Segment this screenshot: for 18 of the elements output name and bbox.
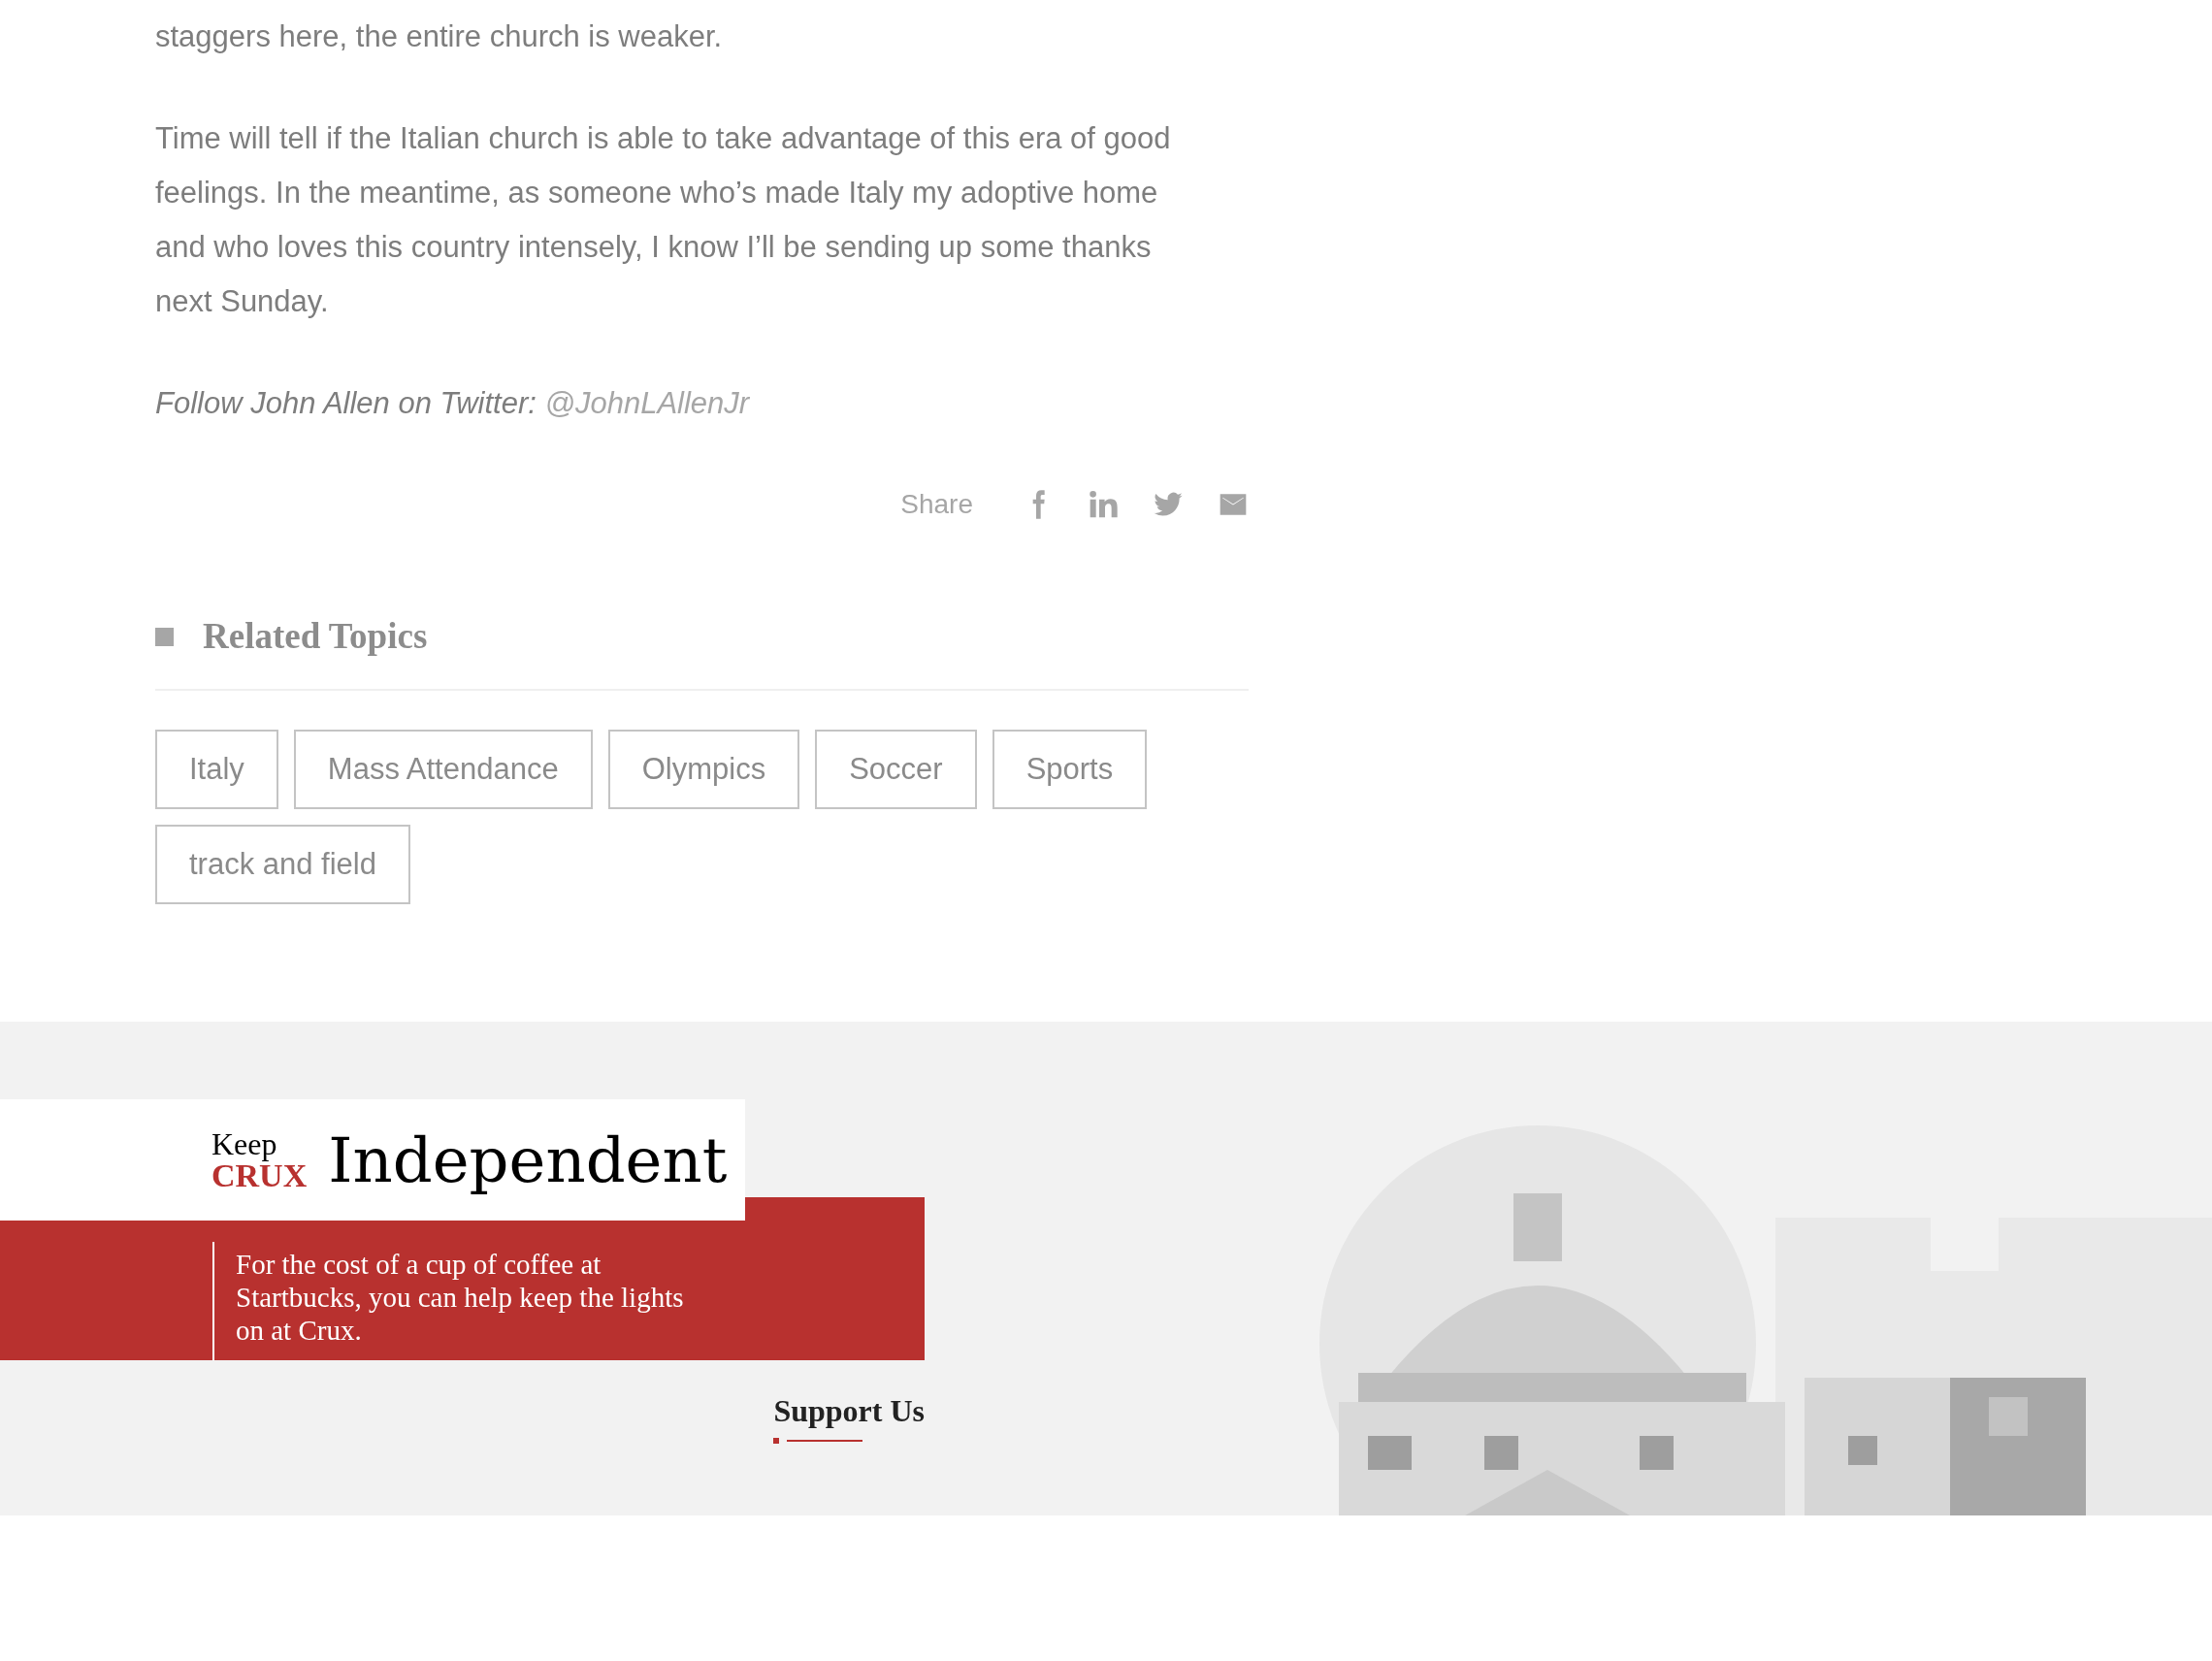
topic-tag[interactable]: Italy [155, 730, 278, 809]
topic-tag[interactable]: Sports [992, 730, 1148, 809]
banner-headline: Independent [328, 1123, 728, 1198]
linkedin-icon[interactable] [1088, 489, 1119, 520]
banner-description: For the cost of a cup of coffee at Startbucks, you can help keep the lights on at Crux. [236, 1248, 685, 1347]
topic-tag[interactable]: track and field [155, 825, 410, 904]
twitter-handle-link[interactable]: @JohnLAllenJr [544, 386, 750, 420]
twitter-follow-note: Follow John Allen on Twitter: @JohnLAllenJr [155, 385, 751, 422]
keep-label: Keep [211, 1127, 278, 1159]
related-topics-heading: Related Topics [203, 615, 428, 659]
article-paragraph: staggers here, the entire church is weaker. [155, 18, 724, 55]
support-us-link[interactable]: Support Us [773, 1387, 925, 1434]
topic-tag[interactable]: Soccer [815, 730, 977, 809]
share-label: Share [900, 488, 973, 521]
article-paragraph: Time will tell if the Italian church is able to take advantage of this era of good feelings. In the meantime, as someone who’s made Italy my adoptive home and who loves this country intensely, I know I’ll be sending up some thanks next Sunday. [155, 120, 1172, 320]
section-marker-icon [155, 627, 174, 646]
topic-tag[interactable]: Olympics [607, 730, 800, 809]
topic-tag[interactable]: Mass Attendance [293, 730, 593, 809]
